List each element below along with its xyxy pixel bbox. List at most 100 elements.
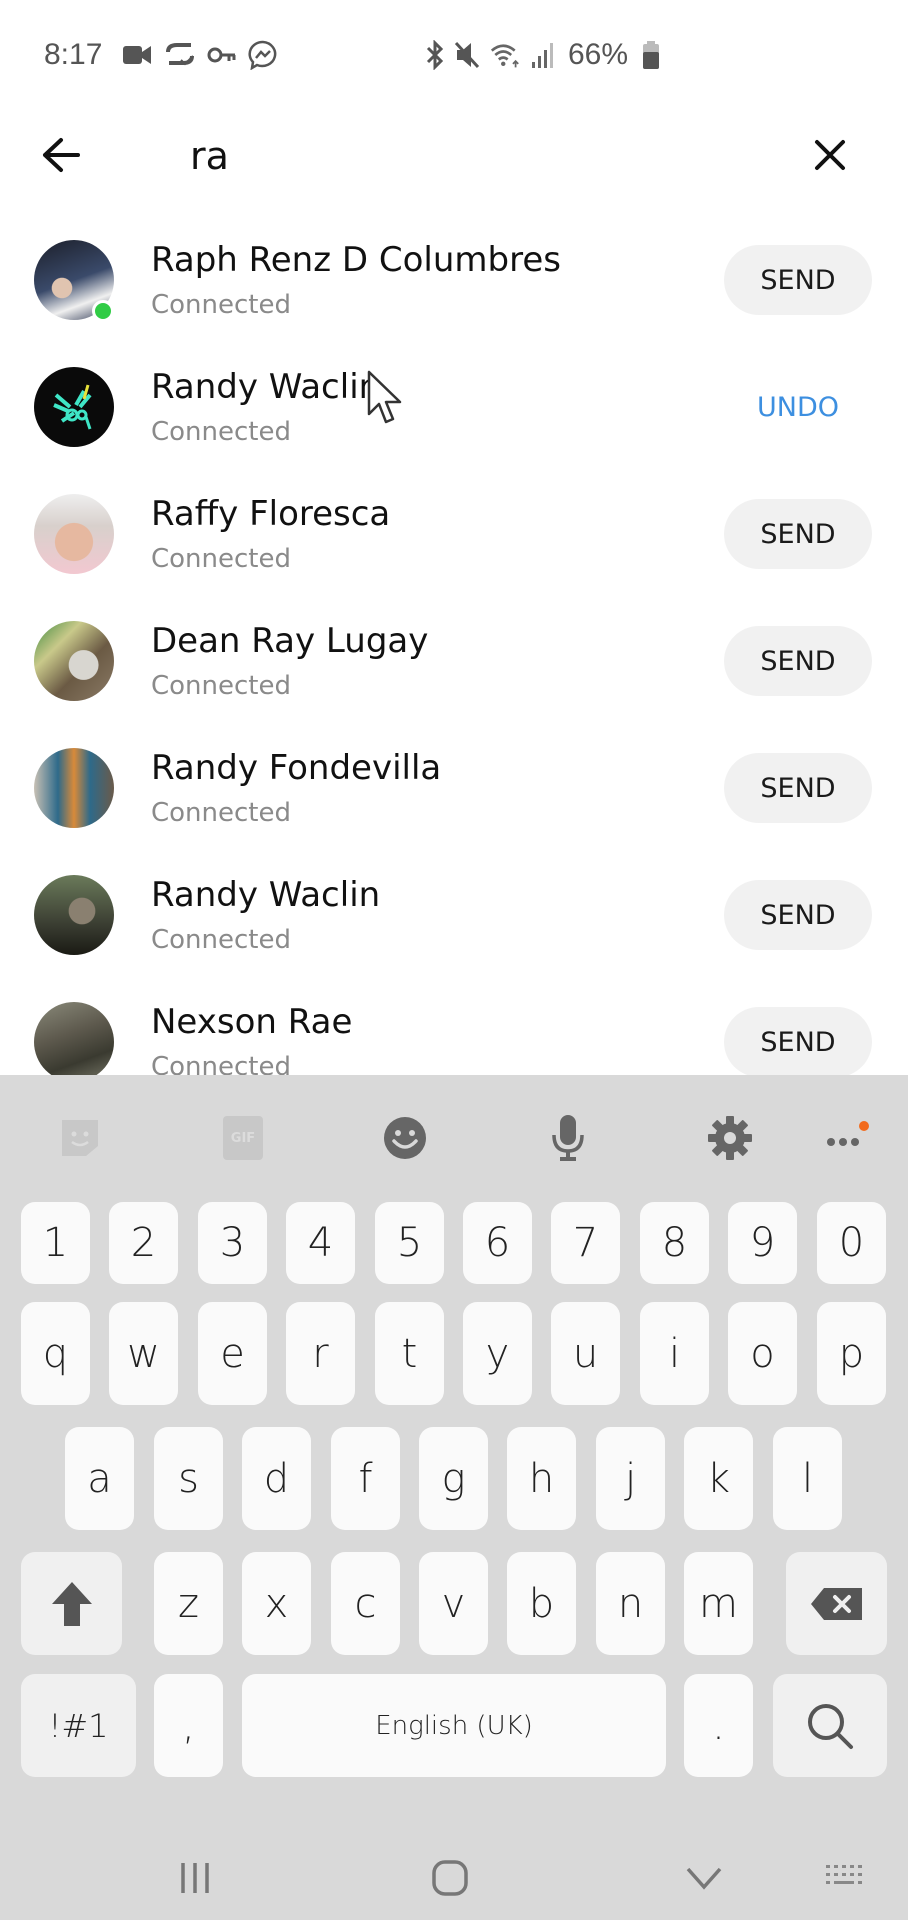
key-g[interactable]: g — [419, 1427, 488, 1530]
hide-keyboard-icon — [686, 1867, 722, 1890]
key-8[interactable]: 8 — [640, 1202, 709, 1284]
contact-name: Randy Fondevilla — [151, 748, 442, 788]
key-4[interactable]: 4 — [286, 1202, 355, 1284]
key-i[interactable]: i — [640, 1302, 709, 1405]
keyboard-switch-button[interactable] — [815, 1848, 875, 1908]
backspace-icon — [810, 1587, 862, 1620]
key-6[interactable]: 6 — [463, 1202, 532, 1284]
contact-status: Connected — [151, 417, 292, 447]
avatar[interactable] — [34, 875, 114, 955]
search-icon — [808, 1703, 853, 1749]
backspace-key[interactable] — [786, 1552, 887, 1655]
key-b[interactable]: b — [507, 1552, 576, 1655]
key-h[interactable]: h — [507, 1427, 576, 1530]
contact-name: Raph Renz D Columbres — [151, 240, 561, 280]
send-button[interactable]: SEND — [724, 499, 872, 569]
bluetooth-icon — [420, 40, 450, 70]
key-t[interactable]: t — [375, 1302, 444, 1405]
avatar[interactable] — [34, 748, 114, 828]
back-button[interactable] — [36, 130, 86, 180]
list-item[interactable]: Raffy Floresca Connected SEND — [0, 476, 908, 603]
microphone-icon — [552, 1115, 584, 1161]
key-w[interactable]: w — [109, 1302, 178, 1405]
key-0[interactable]: 0 — [817, 1202, 886, 1284]
key-f[interactable]: f — [331, 1427, 400, 1530]
key-5[interactable]: 5 — [375, 1202, 444, 1284]
comma-key[interactable]: , — [154, 1674, 223, 1777]
key-a[interactable]: a — [65, 1427, 134, 1530]
key-n[interactable]: n — [596, 1552, 665, 1655]
emoji-button[interactable] — [377, 1110, 433, 1166]
key-y[interactable]: y — [463, 1302, 532, 1405]
gif-button[interactable]: GIF — [215, 1110, 271, 1166]
list-item[interactable]: Raph Renz D Columbres Connected SEND — [0, 222, 908, 349]
contact-status: Connected — [151, 1052, 292, 1075]
list-item[interactable]: Randy Waclin Connected SEND — [0, 857, 908, 984]
sticker-icon — [62, 1120, 98, 1156]
key-l[interactable]: l — [773, 1427, 842, 1530]
voice-input-button[interactable] — [540, 1110, 596, 1166]
undo-button[interactable]: UNDO — [724, 372, 872, 442]
list-item[interactable]: Dean Ray Lugay Connected SEND — [0, 603, 908, 730]
home-button[interactable] — [420, 1848, 480, 1908]
avatar[interactable] — [34, 621, 114, 701]
symbols-key[interactable]: !#1 — [21, 1674, 136, 1777]
keyboard-toolbar: GIF — [0, 1075, 908, 1195]
key-2[interactable]: 2 — [109, 1202, 178, 1284]
space-key[interactable]: English (UK) — [242, 1674, 666, 1777]
recent-apps-button[interactable] — [165, 1848, 225, 1908]
close-icon — [815, 140, 845, 170]
avatar[interactable] — [34, 367, 114, 447]
key-u[interactable]: u — [551, 1302, 620, 1405]
send-button[interactable]: SEND — [724, 245, 872, 315]
send-button[interactable]: SEND — [724, 753, 872, 823]
shift-key[interactable] — [21, 1552, 122, 1655]
sticker-button[interactable] — [52, 1110, 108, 1166]
contact-name: Randy Waclin — [151, 875, 381, 915]
avatar[interactable] — [34, 1002, 114, 1075]
search-header — [0, 110, 908, 210]
key-v[interactable]: v — [419, 1552, 488, 1655]
more-options-button[interactable] — [818, 1110, 874, 1166]
keyboard-settings-button[interactable] — [702, 1110, 758, 1166]
avatar-emblem-icon — [53, 384, 92, 430]
key-3[interactable]: 3 — [198, 1202, 267, 1284]
contact-status: Connected — [151, 544, 292, 574]
key-c[interactable]: c — [331, 1552, 400, 1655]
keyboard-switch-icon — [826, 1865, 862, 1884]
avatar[interactable] — [34, 494, 114, 574]
period-key[interactable]: . — [684, 1674, 753, 1777]
key-e[interactable]: e — [198, 1302, 267, 1405]
contact-status: Connected — [151, 671, 292, 701]
key-1[interactable]: 1 — [21, 1202, 90, 1284]
search-input[interactable] — [190, 128, 750, 184]
send-button[interactable]: SEND — [724, 1007, 872, 1075]
key-x[interactable]: x — [242, 1552, 311, 1655]
search-key[interactable] — [773, 1674, 887, 1777]
messenger-icon — [248, 40, 278, 70]
key-q[interactable]: q — [21, 1302, 90, 1405]
key-p[interactable]: p — [817, 1302, 886, 1405]
key-r[interactable]: r — [286, 1302, 355, 1405]
key-7[interactable]: 7 — [551, 1202, 620, 1284]
list-item[interactable]: Randy Waclin Connected UNDO — [0, 349, 908, 476]
key-o[interactable]: o — [728, 1302, 797, 1405]
battery-icon — [636, 40, 666, 70]
key-9[interactable]: 9 — [728, 1202, 797, 1284]
send-button[interactable]: SEND — [724, 626, 872, 696]
status-bar: 8:17 66% — [0, 0, 908, 110]
key-d[interactable]: d — [242, 1427, 311, 1530]
clear-search-button[interactable] — [805, 130, 855, 180]
key-m[interactable]: m — [684, 1552, 753, 1655]
send-button[interactable]: SEND — [724, 880, 872, 950]
hide-keyboard-button[interactable] — [674, 1848, 734, 1908]
key-z[interactable]: z — [154, 1552, 223, 1655]
list-item[interactable]: Nexson Rae Connected SEND — [0, 984, 908, 1075]
key-k[interactable]: k — [684, 1427, 753, 1530]
on-screen-keyboard: GIF 1 2 3 4 5 6 7 8 9 0 q w e r t y u i … — [0, 1075, 908, 1920]
signal-icon — [528, 40, 558, 70]
key-j[interactable]: j — [596, 1427, 665, 1530]
list-item[interactable]: Randy Fondevilla Connected SEND — [0, 730, 908, 857]
sync-icon — [165, 40, 195, 70]
key-s[interactable]: s — [154, 1427, 223, 1530]
